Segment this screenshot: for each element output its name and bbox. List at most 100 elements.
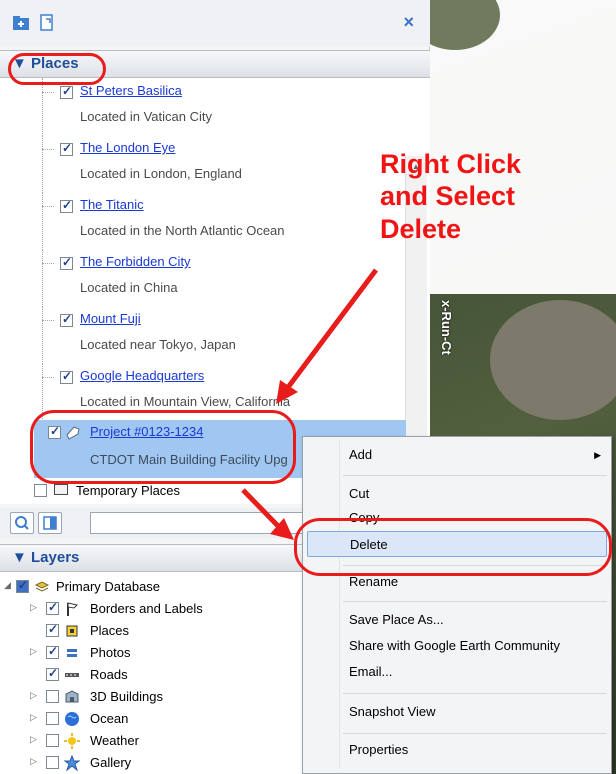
tree-line <box>42 206 54 207</box>
add-placemark-icon[interactable] <box>38 14 56 32</box>
layer-checkbox[interactable] <box>46 622 59 637</box>
menu-item-label: Snapshot View <box>349 704 436 719</box>
expand-arrow-icon[interactable]: ▷ <box>30 734 37 745</box>
instruction-annotation: Right Click and Select Delete <box>380 148 610 245</box>
photos-icon <box>67 649 77 657</box>
tree-line <box>42 363 43 419</box>
menu-item-cut[interactable]: Cut <box>303 481 613 507</box>
place-description: Located in the North Atlantic Ocean <box>80 223 285 238</box>
list-item[interactable]: Mount Fuji Located near Tokyo, Japan <box>0 306 410 362</box>
place-name[interactable]: Mount Fuji <box>80 311 141 326</box>
tree-line <box>42 78 43 134</box>
menu-item-snapshot-view[interactable]: Snapshot View <box>303 699 613 725</box>
layer-name: Weather <box>90 733 139 748</box>
list-item[interactable]: The Forbidden City Located in China <box>0 249 410 305</box>
layer-checkbox[interactable] <box>16 578 29 593</box>
place-description: Located in Vatican City <box>80 109 212 124</box>
layer-checkbox[interactable] <box>46 644 59 659</box>
menu-item-label: Save Place As... <box>349 612 444 627</box>
temporary-places-checkbox[interactable] <box>34 484 47 497</box>
layer-name: Photos <box>90 645 131 660</box>
layer-name: Borders and Labels <box>90 601 203 616</box>
weather-icon <box>64 733 80 749</box>
gallery-icon <box>64 755 80 771</box>
folder-icon <box>54 484 68 495</box>
map-terrain <box>490 300 616 420</box>
tree-line <box>42 135 43 191</box>
menu-item-label: Properties <box>349 742 409 757</box>
layer-name: Primary Database <box>56 579 161 594</box>
borders-icon <box>67 602 78 616</box>
layer-checkbox[interactable] <box>46 734 59 747</box>
temporary-places-label: Temporary Places <box>76 483 181 498</box>
place-name[interactable]: St Peters Basilica <box>80 83 182 98</box>
menu-item-share[interactable]: Share with Google Earth Community <box>303 633 613 659</box>
layer-checkbox[interactable] <box>46 712 59 725</box>
place-name[interactable]: The Forbidden City <box>80 254 191 269</box>
search-button[interactable] <box>10 512 34 534</box>
menu-separator <box>343 475 607 476</box>
collapse-arrow-icon[interactable]: ◢ <box>4 580 11 591</box>
menu-item-save-place-as[interactable]: Save Place As... <box>303 607 613 633</box>
layer-name: Places <box>90 623 130 638</box>
place-checkbox[interactable] <box>60 312 73 327</box>
places-highlight-oval <box>8 53 106 85</box>
places-icon <box>66 625 78 637</box>
place-checkbox[interactable] <box>60 141 73 156</box>
tree-line <box>42 149 54 150</box>
layer-name: 3D Buildings <box>90 689 163 704</box>
add-folder-icon[interactable] <box>12 14 30 32</box>
expand-arrow-icon[interactable]: ▷ <box>30 602 37 613</box>
place-description: Located near Tokyo, Japan <box>80 337 236 352</box>
place-name[interactable]: The London Eye <box>80 140 175 155</box>
menu-separator <box>343 693 607 694</box>
place-checkbox[interactable] <box>60 369 73 384</box>
layer-checkbox[interactable] <box>46 690 59 703</box>
tree-line <box>42 320 54 321</box>
place-name[interactable]: The Titanic <box>80 197 144 212</box>
layer-checkbox[interactable] <box>46 600 59 615</box>
panel-toggle-button[interactable] <box>38 512 62 534</box>
project-highlight-oval <box>30 410 296 484</box>
expand-arrow-icon[interactable]: ▷ <box>30 690 37 701</box>
list-item[interactable]: St Peters Basilica Located in Vatican Ci… <box>0 78 410 134</box>
search-icon <box>15 516 29 530</box>
place-description: Located in Mountain View, California <box>80 394 291 409</box>
place-description: Located in China <box>80 280 178 295</box>
tree-line <box>42 92 54 93</box>
tree-line <box>42 263 54 264</box>
instruction-line: Right Click <box>380 149 522 179</box>
delete-highlight-oval <box>294 518 612 576</box>
instruction-line: Delete <box>380 213 462 244</box>
menu-item-label: Cut <box>349 486 370 501</box>
expand-arrow-icon[interactable]: ▷ <box>30 646 37 657</box>
instruction-line: and Select <box>380 181 516 212</box>
expand-arrow-icon[interactable]: ▷ <box>30 712 37 723</box>
menu-item-properties[interactable]: Properties <box>303 737 613 763</box>
tree-line <box>42 377 54 378</box>
close-icon[interactable]: × <box>403 12 414 33</box>
place-name[interactable]: Google Headquarters <box>80 368 204 383</box>
place-description: Located in London, England <box>80 166 242 181</box>
ocean-icon <box>65 712 79 726</box>
layer-checkbox[interactable] <box>46 756 59 769</box>
place-checkbox[interactable] <box>60 255 73 270</box>
expand-arrow-icon[interactable]: ▷ <box>30 756 37 767</box>
layer-checkbox[interactable] <box>46 666 59 681</box>
panel-toggle-icon <box>43 516 57 530</box>
list-item[interactable]: The London Eye Located in London, Englan… <box>0 135 410 191</box>
roads-icon <box>65 673 79 677</box>
map-road-label: x-Run-Ct <box>439 300 454 355</box>
list-item[interactable]: The Titanic Located in the North Atlanti… <box>0 192 410 248</box>
tree-line <box>42 249 43 305</box>
tree-line <box>42 306 43 362</box>
place-checkbox[interactable] <box>60 198 73 213</box>
layer-name: Ocean <box>90 711 129 726</box>
menu-item-label: Rename <box>349 574 399 589</box>
toolbar: × <box>0 0 430 46</box>
place-checkbox[interactable] <box>60 84 73 99</box>
menu-item-email[interactable]: Email... <box>303 659 613 685</box>
tree-line <box>42 192 43 248</box>
buildings-icon <box>65 690 79 703</box>
menu-item-add[interactable]: Add ▶ <box>303 442 613 468</box>
